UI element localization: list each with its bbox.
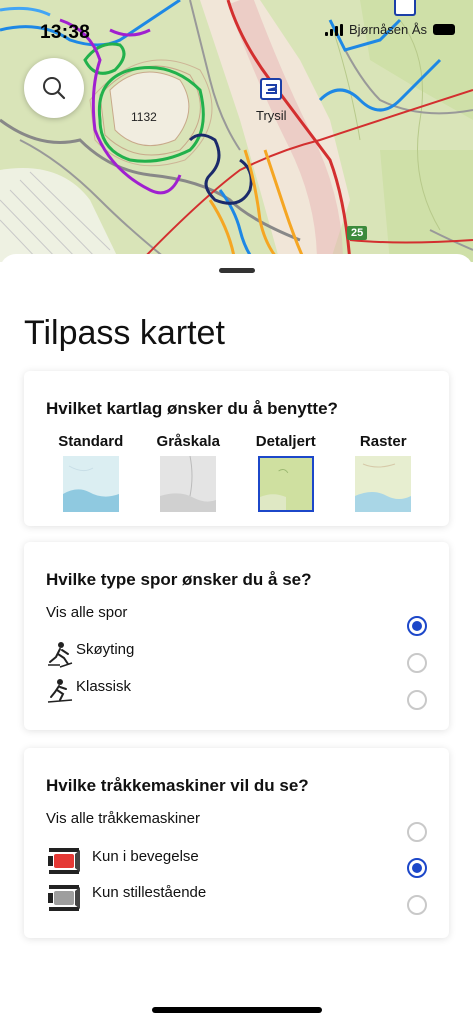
road-number-badge: 25 (347, 226, 368, 240)
sheet-title: Tilpass kartet (24, 314, 225, 352)
groomer-option-all-radio[interactable] (407, 822, 427, 842)
track-option-skating-label: Skøyting (76, 641, 135, 658)
groomer-option-moving-radio[interactable] (407, 858, 427, 878)
customize-map-sheet: Tilpass kartet Hvilket kartlag ønsker du… (0, 254, 473, 1024)
layer-option-standard[interactable]: Standard (42, 433, 140, 512)
groomer-moving-icon (48, 848, 80, 874)
groomer-question: Hvilke tråkkemaskiner vil du se? (46, 776, 309, 795)
layer-label: Standard (58, 433, 124, 450)
groomer-option-all-label: Vis alle tråkkemaskiner (46, 810, 200, 827)
layer-option-detailed[interactable]: Detaljert (237, 433, 335, 512)
layer-label: Detaljert (255, 433, 316, 450)
groomer-option-stationary-radio[interactable] (407, 895, 427, 915)
layer-label: Raster (359, 433, 407, 450)
map-place-label-top: Bjørnåsen Ås (348, 22, 427, 37)
groomer-card: Hvilke tråkkemaskiner vil du se? Vis all… (24, 748, 449, 938)
standard-map-thumbnail (62, 456, 119, 512)
map-view[interactable]: 13:38 Bjørnåsen Ås 1132 Trysil 25 (0, 0, 473, 262)
map-layer-options: Standard Gråskala Detaljert Raster (42, 433, 432, 512)
home-indicator[interactable] (152, 1007, 322, 1013)
town-label: Trysil (256, 108, 287, 123)
status-indicators: Bjørnåsen Ås (324, 22, 455, 37)
groomer-option-moving-label: Kun i bevegelse (92, 848, 199, 865)
search-button[interactable] (24, 58, 84, 118)
grayscale-map-thumbnail (160, 456, 217, 512)
battery-icon (433, 24, 455, 35)
raster-map-thumbnail (355, 456, 412, 512)
skating-skier-icon (48, 642, 73, 668)
track-option-classic-label: Klassisk (76, 678, 132, 695)
groomer-stationary-icon (48, 885, 80, 911)
layer-option-grayscale[interactable]: Gråskala (140, 433, 238, 512)
track-option-classic-radio[interactable] (407, 690, 427, 710)
peak-elevation-label: 1132 (131, 110, 157, 124)
layer-option-raster[interactable]: Raster (335, 433, 433, 512)
track-option-skating-radio[interactable] (407, 653, 427, 673)
signal-icon (324, 23, 343, 36)
town-marker-icon[interactable] (394, 0, 416, 16)
track-option-all-radio[interactable] (407, 616, 427, 636)
sheet-grabber[interactable] (219, 268, 255, 273)
map-layer-question: Hvilket kartlag ønsker du å benytte? (46, 399, 338, 418)
groomer-option-stationary-label: Kun stillestående (92, 884, 207, 901)
track-option-all-label: Vis alle spor (46, 604, 128, 621)
detailed-map-thumbnail (257, 456, 314, 512)
map-layer-card: Hvilket kartlag ønsker du å benytte? Sta… (24, 371, 449, 526)
classic-skier-icon (47, 679, 73, 703)
status-time: 13:38 (40, 22, 91, 43)
track-type-question: Hvilke type spor ønsker du å se? (46, 570, 312, 589)
layer-label: Gråskala (156, 433, 220, 450)
track-type-card: Hvilke type spor ønsker du å se? Vis all… (24, 542, 449, 730)
search-icon (43, 77, 66, 100)
town-marker-icon[interactable] (260, 78, 282, 100)
